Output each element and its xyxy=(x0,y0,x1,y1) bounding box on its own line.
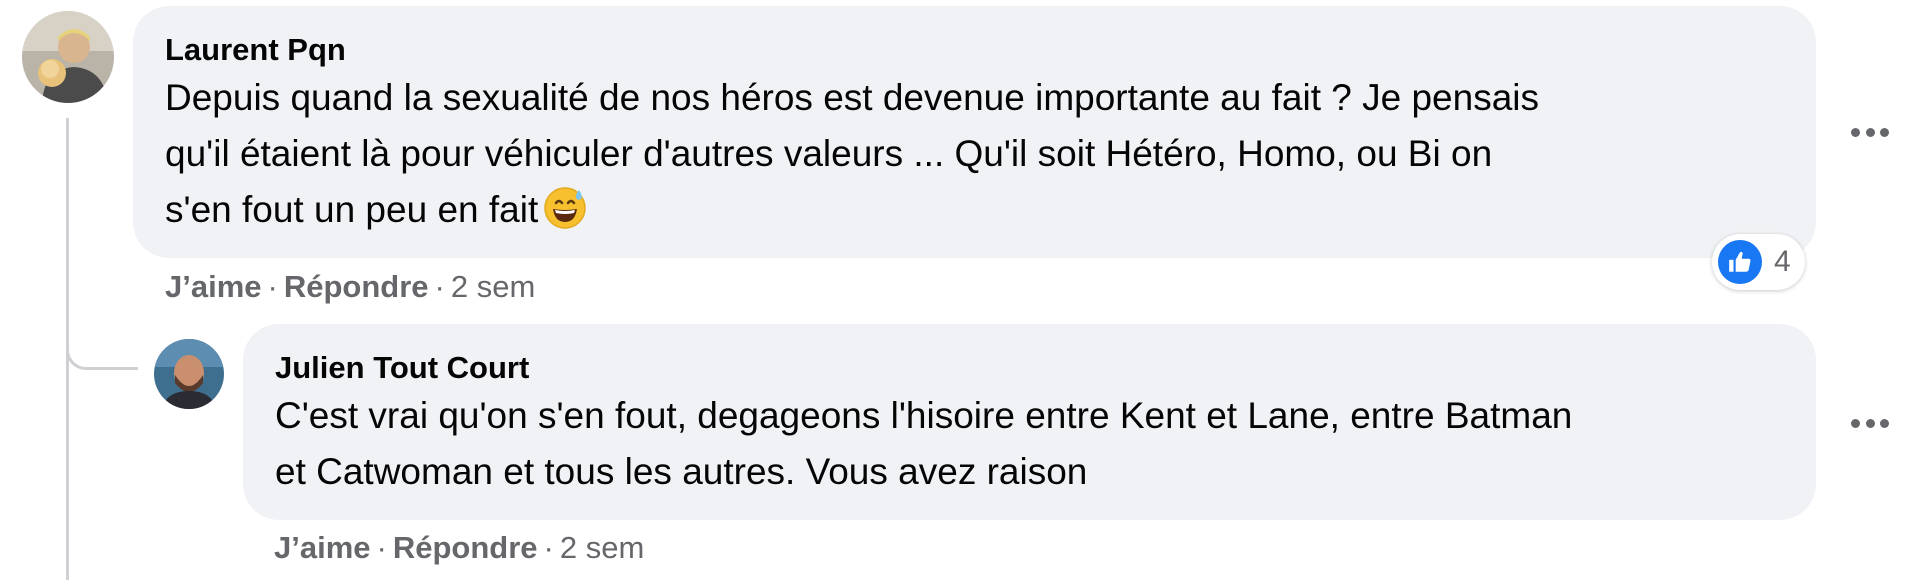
reaction-count: 4 xyxy=(1774,245,1791,278)
grinning-sweat-emoji xyxy=(544,187,586,229)
comment-timestamp[interactable]: 2 sem xyxy=(560,530,644,565)
ellipsis-dot xyxy=(1880,418,1889,428)
comment-timestamp[interactable]: 2 sem xyxy=(451,269,535,304)
reaction-badge[interactable]: 4 xyxy=(1712,234,1805,290)
like-button[interactable]: J’aime xyxy=(274,530,371,565)
comment-text-line: C'est vrai qu'on s'en fout, degageons l'… xyxy=(275,395,1573,436)
comment-text-line: s'en fout un peu en fait xyxy=(165,189,539,230)
avatar[interactable] xyxy=(22,11,114,103)
avatar-photo xyxy=(154,339,224,409)
comment-author[interactable]: Laurent Pqn xyxy=(165,32,1784,68)
thumbs-up-icon xyxy=(1718,240,1762,284)
separator: · xyxy=(434,269,445,304)
comment-actions: J’aime · Répondre · 2 sem xyxy=(274,528,644,568)
separator: · xyxy=(376,530,387,565)
more-options-button[interactable] xyxy=(1851,408,1889,438)
reply-bubble: Julien Tout Court C'est vrai qu'on s'en … xyxy=(243,324,1816,520)
ellipsis-dot xyxy=(1865,127,1875,137)
ellipsis-dot xyxy=(1851,127,1860,137)
comment-text-line-last: s'en fout un peu en fait xyxy=(165,182,1784,238)
ellipsis-dot xyxy=(1880,127,1889,137)
ellipsis-dot xyxy=(1851,418,1860,428)
comment-text-line: qu'il étaient là pour véhiculer d'autres… xyxy=(165,133,1493,174)
comment-thread: Laurent Pqn Depuis quand la sexualité de… xyxy=(0,0,1920,580)
comment-text: C'est vrai qu'on s'en fout, degageons l'… xyxy=(275,388,1784,500)
avatar-photo xyxy=(22,11,114,103)
reply-connector-curve xyxy=(66,300,138,370)
like-button[interactable]: J’aime xyxy=(165,269,262,304)
separator: · xyxy=(543,530,554,565)
comment-bubble: Laurent Pqn Depuis quand la sexualité de… xyxy=(133,6,1816,258)
more-options-button[interactable] xyxy=(1851,117,1889,147)
reply-button[interactable]: Répondre xyxy=(393,530,538,565)
comment-text: Depuis quand la sexualité de nos héros e… xyxy=(165,70,1784,238)
comment-text-line: Depuis quand la sexualité de nos héros e… xyxy=(165,77,1540,118)
separator: · xyxy=(267,269,278,304)
ellipsis-dot xyxy=(1865,418,1875,428)
comment-author[interactable]: Julien Tout Court xyxy=(275,350,1784,386)
thumbs-up-glyph xyxy=(1729,251,1751,272)
comment-actions: J’aime · Répondre · 2 sem xyxy=(165,267,535,307)
reply-button[interactable]: Répondre xyxy=(284,269,429,304)
comment-text-line: et Catwoman et tous les autres. Vous ave… xyxy=(275,451,1088,492)
avatar[interactable] xyxy=(154,339,224,409)
